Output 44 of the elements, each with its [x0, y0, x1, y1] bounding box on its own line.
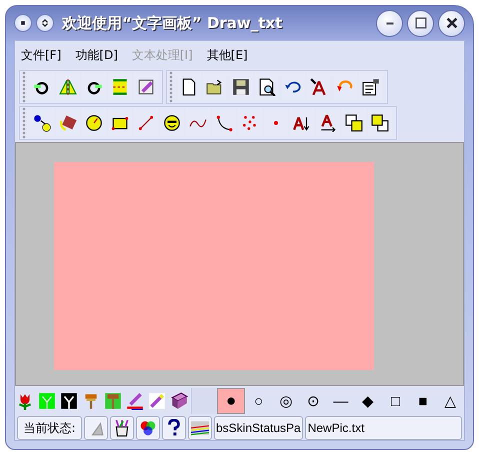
bring-front-icon [345, 114, 363, 132]
menu-item[interactable]: 功能[D] [75, 47, 118, 64]
smiley-icon [163, 114, 181, 132]
brush-tile-icon [104, 392, 122, 410]
circle-icon [85, 114, 103, 132]
status-panel: NewPic.txt [304, 416, 462, 440]
leaf-mask-icon [60, 392, 78, 410]
letter-a-icon [310, 78, 328, 96]
chevron-icon [40, 18, 50, 28]
window-title: 欢迎使用“文字画板” Draw_txt [62, 14, 282, 32]
move-dots-icon [33, 114, 51, 132]
minimize-icon [386, 22, 394, 24]
pen-colors-icon [126, 392, 144, 410]
menu-item[interactable]: 其他[E] [206, 47, 248, 64]
menu-item[interactable]: 文件[F] [21, 47, 62, 64]
close-button[interactable] [438, 10, 465, 36]
book-icon [170, 392, 188, 410]
minimize-button[interactable] [376, 10, 403, 36]
maximize-icon [414, 16, 428, 30]
dot-icon [274, 121, 278, 125]
text-right-icon [319, 114, 337, 132]
properties-icon [362, 78, 380, 96]
shape-option[interactable]: ● [217, 388, 245, 414]
rectangle-icon [111, 114, 129, 132]
leaf-tile-icon [38, 392, 56, 410]
maximize-button[interactable] [407, 10, 434, 36]
text-down-icon [293, 114, 311, 132]
status-label: 当前状态: [17, 416, 82, 440]
flip-icon [59, 78, 77, 96]
arc-icon [215, 114, 233, 132]
preview-icon [258, 78, 276, 96]
marker-icon [148, 392, 166, 410]
close-icon [444, 16, 458, 30]
send-back-icon [371, 114, 389, 132]
scatter-dots-icon [241, 114, 259, 132]
system-menu-button[interactable] [14, 14, 32, 32]
new-file-icon [180, 78, 198, 96]
compress-icon [111, 78, 129, 96]
rollup-button[interactable] [36, 14, 54, 32]
eraser-icon [137, 78, 155, 96]
line-icon [137, 114, 155, 132]
status-panel: bsSkinStatusPa [214, 416, 303, 440]
paint-bucket-icon [59, 114, 77, 132]
open-folder-icon [206, 78, 224, 96]
